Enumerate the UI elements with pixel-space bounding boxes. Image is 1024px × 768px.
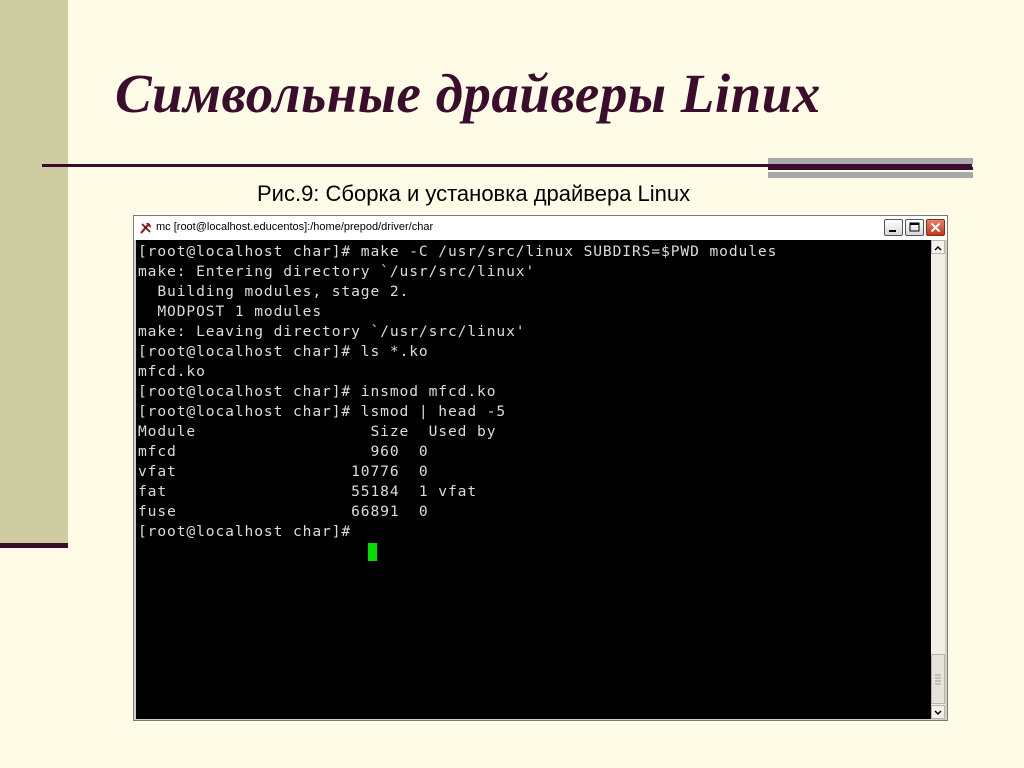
- minimize-icon: [889, 230, 896, 232]
- terminal-line: Building modules, stage 2.: [138, 283, 410, 300]
- window-title: mc [root@localhost.educentos]:/home/prep…: [156, 221, 434, 233]
- vertical-scrollbar[interactable]: [931, 240, 945, 719]
- close-button[interactable]: [926, 219, 945, 236]
- terminal-line: [root@localhost char]# lsmod | head -5: [138, 403, 507, 420]
- terminal-prompt: [root@localhost char]#: [138, 523, 361, 540]
- scroll-up-button[interactable]: [931, 240, 945, 254]
- grip-icon: [935, 674, 941, 685]
- maximize-icon: [909, 222, 920, 232]
- mc-app-icon: [140, 222, 151, 234]
- terminal-line: [root@localhost char]# make -C /usr/src/…: [138, 243, 778, 260]
- decorative-left-band: [0, 0, 68, 548]
- scroll-down-button[interactable]: [931, 705, 945, 719]
- terminal-line: make: Entering directory `/usr/src/linux…: [138, 263, 536, 280]
- minimize-button[interactable]: [884, 219, 903, 236]
- chevron-down-icon: [934, 710, 942, 716]
- scroll-thumb[interactable]: [931, 654, 945, 704]
- terminal-line: make: Leaving directory `/usr/src/linux': [138, 323, 526, 340]
- terminal-line: mfcd 960 0: [138, 443, 429, 460]
- close-icon: [930, 222, 941, 233]
- maximize-button[interactable]: [905, 219, 924, 236]
- slide-title: Символьные драйверы Linux: [115, 63, 821, 124]
- terminal-output[interactable]: [root@localhost char]# make -C /usr/src/…: [136, 240, 931, 719]
- decorative-left-rule: [0, 543, 68, 548]
- terminal-line: fuse 66891 0: [138, 503, 429, 520]
- terminal-line: fat 55184 1 vfat: [138, 483, 478, 500]
- terminal-line: vfat 10776 0: [138, 463, 429, 480]
- figure-caption: Рис.9: Сборка и установка драйвера Linux: [257, 181, 691, 206]
- terminal-line: [root@localhost char]# ls *.ko: [138, 343, 429, 360]
- title-divider-accent: [768, 158, 973, 178]
- terminal-line: MODPOST 1 modules: [138, 303, 323, 320]
- terminal-cursor: [368, 543, 377, 561]
- terminal-line: mfcd.ko: [138, 363, 206, 380]
- window-titlebar[interactable]: mc [root@localhost.educentos]:/home/prep…: [134, 216, 947, 240]
- chevron-up-icon: [934, 245, 942, 251]
- terminal-line: Module Size Used by: [138, 423, 497, 440]
- terminal-line: [root@localhost char]# insmod mfcd.ko: [138, 383, 497, 400]
- terminal-window: mc [root@localhost.educentos]:/home/prep…: [133, 215, 948, 721]
